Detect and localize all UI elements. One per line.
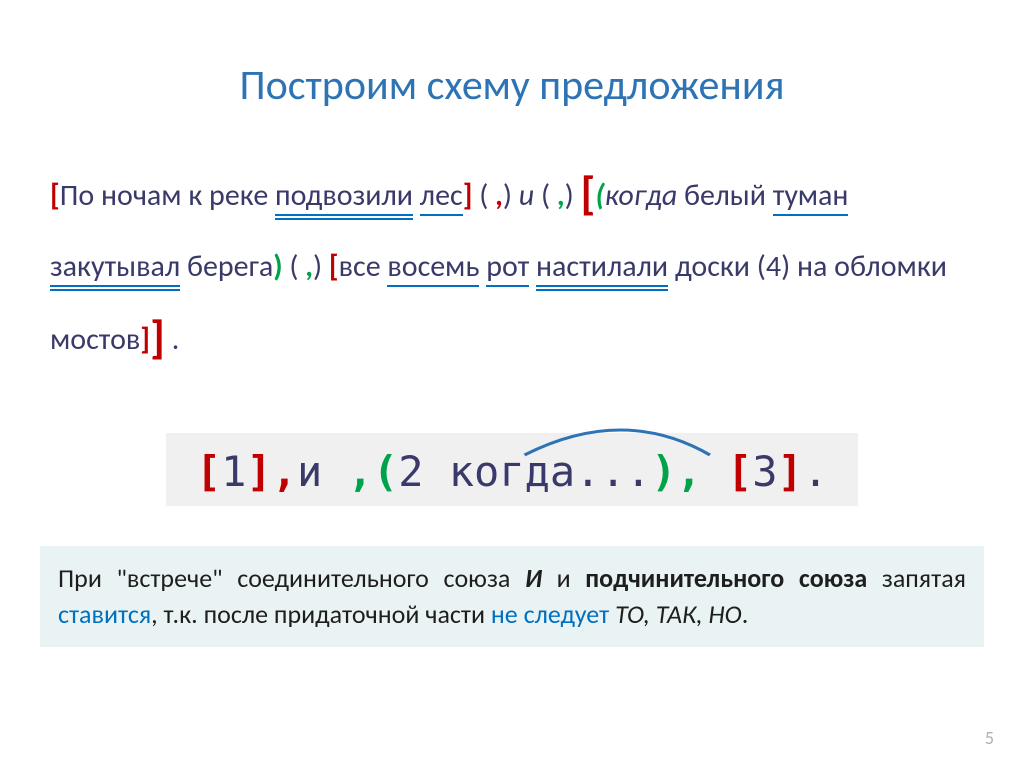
f-br-r3: ] [778, 447, 803, 496]
f-pr: ) [651, 447, 676, 496]
space [180, 248, 187, 285]
paren-close-3: ) [313, 248, 329, 285]
space [529, 248, 536, 285]
clause3-subj-b: рот [486, 248, 529, 287]
f-c2: , [348, 447, 373, 496]
space [165, 321, 172, 358]
note-put: ставится [58, 598, 151, 630]
f-c1: , [272, 447, 297, 496]
f-br-r1: ] [246, 447, 271, 496]
big-bracket-open: [ [581, 166, 596, 222]
comma-2: , [557, 177, 565, 214]
f-pl: ( [373, 447, 398, 496]
note-sub: подчини­тельного союза [585, 562, 867, 594]
note-p1: При "встрече" соединительного союза [58, 562, 525, 594]
clause3-all: все [339, 248, 388, 285]
paren-close-2: ) [565, 177, 581, 214]
space [766, 177, 773, 214]
rule-note: При "встрече" соединительного союза И и … [40, 546, 984, 647]
f-3: 3 [752, 447, 777, 496]
bracket-open-1: [ [50, 177, 60, 214]
f-1: 1 [221, 447, 246, 496]
sentence-analysis: [По ночам к реке подвозили лес] ( ,) и (… [50, 151, 974, 383]
comma-1: , [495, 177, 503, 214]
big-bracket-close: ] [150, 310, 165, 366]
paren-close-1: ) [503, 177, 519, 214]
green-paren-close: ) [273, 248, 282, 285]
paren-open-3: ( [283, 248, 306, 285]
clause1-intro: По ночам к реке [60, 177, 275, 214]
green-paren-open: ( [595, 177, 604, 214]
conj-and: и [519, 177, 541, 214]
f-and: и [297, 447, 348, 496]
note-p2: и [542, 562, 585, 594]
clause1-subject: лес [420, 177, 463, 216]
note-p3: запятая [867, 562, 966, 594]
note-p6: . [742, 598, 749, 630]
f-br-l3: [ [727, 447, 752, 496]
clause3-subj-a: восемь [387, 248, 479, 287]
f-c3: , [676, 447, 727, 496]
slide-title: Построим схему предложения [40, 60, 984, 111]
space [413, 177, 420, 214]
note-and: И [525, 562, 542, 594]
sentence-formula: [1],и ,(2 когда...), [3]. [166, 433, 858, 506]
paren-open-2: ( [541, 177, 557, 214]
kogda: когда [605, 177, 677, 214]
bracket-close-1: ] [463, 177, 473, 214]
f-br-l1: [ [196, 447, 221, 496]
clause2-subject: туман [773, 177, 849, 216]
page-number: 5 [985, 727, 994, 749]
clause3-verb: настилали [536, 248, 668, 287]
clause1-verb: подвозили [275, 177, 413, 216]
note-p4: , т.к. после придаточной части [151, 598, 491, 630]
bracket-open-3: [ [329, 248, 339, 285]
sentence-period: . [172, 321, 180, 358]
note-list: ТО, ТАК, НО [615, 598, 742, 630]
bracket-close-3: ] [140, 321, 150, 358]
clause2-verb: закутывал [50, 248, 180, 287]
note-not: не следует [491, 598, 609, 630]
comma-3: , [305, 248, 313, 285]
f-mid: 2 когда... [398, 447, 651, 496]
clause2-obj: берега [187, 248, 273, 285]
paren-open-1: ( [472, 177, 495, 214]
f-end: . [803, 447, 828, 496]
clause2-adj: белый [684, 177, 766, 214]
